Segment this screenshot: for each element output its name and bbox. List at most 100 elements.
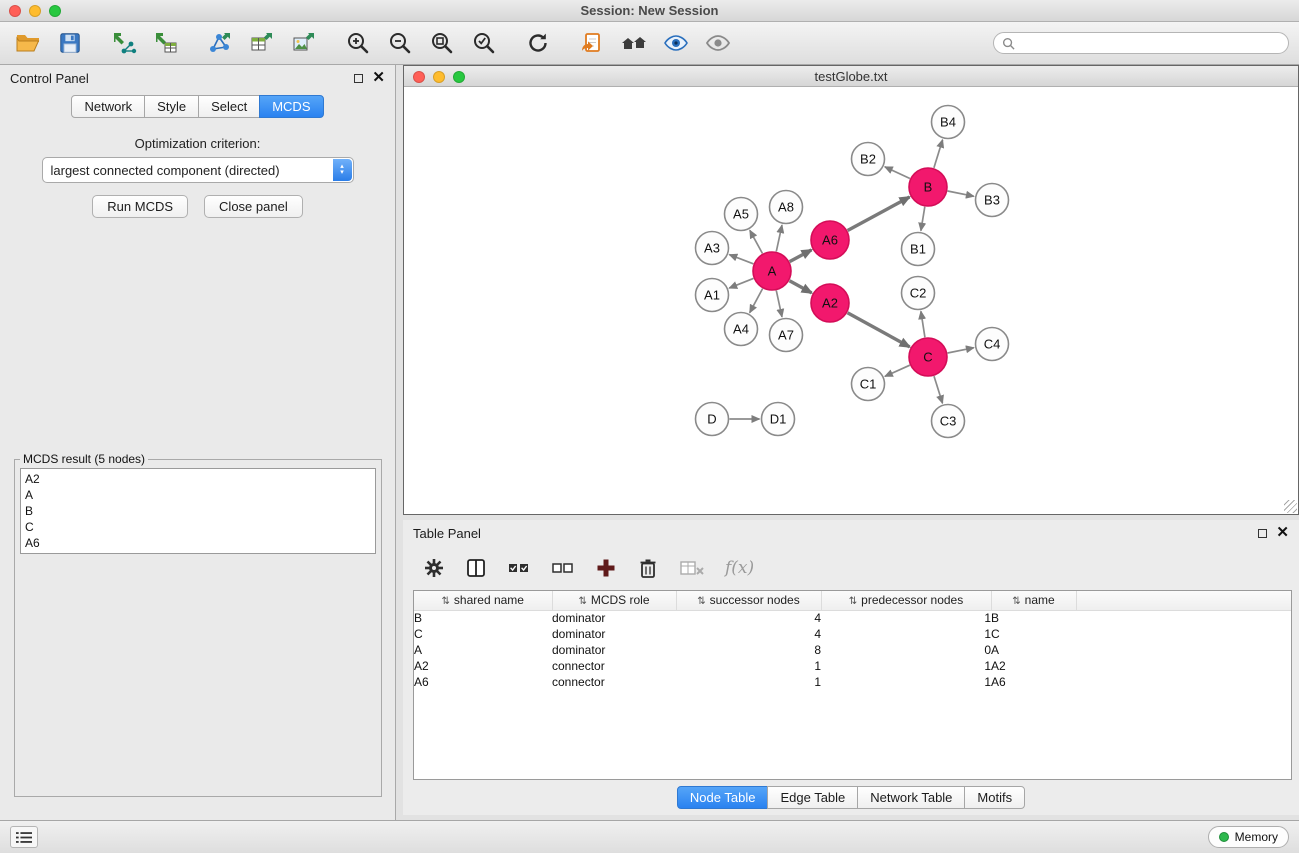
table-row[interactable]: Adominator80A xyxy=(414,642,1291,658)
graphics-details-button[interactable] xyxy=(658,27,694,59)
graph-edge-A-A3[interactable] xyxy=(729,255,753,264)
run-mcds-button[interactable]: Run MCDS xyxy=(92,195,188,218)
table-row[interactable]: Bdominator41B xyxy=(414,610,1291,626)
graph-node-B2[interactable]: B2 xyxy=(852,143,885,176)
network-close-button[interactable] xyxy=(413,71,425,83)
search-field[interactable] xyxy=(993,32,1289,54)
mcds-result-item[interactable]: A2 xyxy=(25,471,371,487)
column-header-successor-nodes[interactable]: ⇅successor nodes xyxy=(676,591,821,610)
apply-layout-button[interactable] xyxy=(520,27,556,59)
graph-node-A8[interactable]: A8 xyxy=(770,191,803,224)
graph-edge-A-A7[interactable] xyxy=(776,291,782,317)
graph-node-C3[interactable]: C3 xyxy=(932,405,965,438)
graph-node-C4[interactable]: C4 xyxy=(976,328,1009,361)
graph-node-A[interactable]: A xyxy=(753,252,791,290)
mcds-result-item[interactable]: B xyxy=(25,503,371,519)
export-image-button[interactable] xyxy=(286,27,322,59)
mcds-result-item[interactable]: A6 xyxy=(25,535,371,551)
table-row[interactable]: Cdominator41C xyxy=(414,626,1291,642)
zoom-out-button[interactable] xyxy=(382,27,418,59)
graph-edge-A-A1[interactable] xyxy=(729,278,753,288)
graph-node-D1[interactable]: D1 xyxy=(762,403,795,436)
export-table-button[interactable] xyxy=(244,27,280,59)
minimize-window-button[interactable] xyxy=(29,5,41,17)
document-arrow-button[interactable] xyxy=(574,27,610,59)
graph-edge-A-A2[interactable] xyxy=(790,281,812,293)
window-resize-handle[interactable] xyxy=(1284,500,1297,513)
export-network-button[interactable] xyxy=(202,27,238,59)
network-canvas[interactable]: B4B2BB3A5A8A6A3B1AC2A1A2A4A7C4CC1C3DD1 xyxy=(404,87,1298,514)
tab-edge-table[interactable]: Edge Table xyxy=(767,786,858,809)
function-builder-button[interactable]: f(x) xyxy=(725,558,754,578)
graph-edge-B-B3[interactable] xyxy=(948,191,974,196)
graph-node-C2[interactable]: C2 xyxy=(902,277,935,310)
graph-node-B1[interactable]: B1 xyxy=(902,233,935,266)
birds-eye-view-button[interactable] xyxy=(700,27,736,59)
close-panel-icon[interactable]: ✕ xyxy=(1276,528,1289,538)
graph-edge-C-C4[interactable] xyxy=(948,348,974,353)
tab-network-table[interactable]: Network Table xyxy=(857,786,965,809)
graph-edge-B-B2[interactable] xyxy=(885,167,910,179)
graph-node-A5[interactable]: A5 xyxy=(725,198,758,231)
column-header-shared-name[interactable]: ⇅shared name xyxy=(414,591,552,610)
graph-node-D[interactable]: D xyxy=(696,403,729,436)
graph-edge-A-A4[interactable] xyxy=(750,289,763,313)
graph-edge-A-A6[interactable] xyxy=(790,250,812,262)
column-header-MCDS-role[interactable]: ⇅MCDS role xyxy=(552,591,676,610)
column-header-predecessor-nodes[interactable]: ⇅predecessor nodes xyxy=(821,591,991,610)
import-network-button[interactable] xyxy=(106,27,142,59)
import-table-button[interactable] xyxy=(148,27,184,59)
graph-node-C1[interactable]: C1 xyxy=(852,368,885,401)
graph-node-B3[interactable]: B3 xyxy=(976,184,1009,217)
graph-edge-B-B1[interactable] xyxy=(921,207,925,231)
criterion-dropdown[interactable]: largest connected component (directed) ▴… xyxy=(42,157,354,183)
graph-node-B[interactable]: B xyxy=(909,168,947,206)
network-minimize-button[interactable] xyxy=(433,71,445,83)
graph-node-A6[interactable]: A6 xyxy=(811,221,849,259)
graph-node-A4[interactable]: A4 xyxy=(725,313,758,346)
graph-edge-A-A5[interactable] xyxy=(750,230,763,253)
network-zoom-button[interactable] xyxy=(453,71,465,83)
tab-select[interactable]: Select xyxy=(198,95,260,118)
dropdown-stepper-icon[interactable]: ▴▾ xyxy=(333,159,352,181)
mcds-result-item[interactable]: A xyxy=(25,487,371,503)
close-panel-icon[interactable]: ✕ xyxy=(372,73,385,83)
zoom-window-button[interactable] xyxy=(49,5,61,17)
graph-node-A2[interactable]: A2 xyxy=(811,284,849,322)
graph-edge-A-A8[interactable] xyxy=(776,225,782,251)
starter-panel-button[interactable] xyxy=(616,27,652,59)
deselect-all-button[interactable] xyxy=(551,557,575,579)
select-all-button[interactable] xyxy=(507,557,531,579)
mcds-result-item[interactable]: C xyxy=(25,519,371,535)
tab-mcds[interactable]: MCDS xyxy=(259,95,323,118)
graph-node-A3[interactable]: A3 xyxy=(696,232,729,265)
zoom-selected-button[interactable] xyxy=(466,27,502,59)
zoom-fit-button[interactable] xyxy=(424,27,460,59)
graph-node-C[interactable]: C xyxy=(909,338,947,376)
add-column-button[interactable] xyxy=(595,557,617,579)
task-history-button[interactable] xyxy=(10,826,38,848)
graph-edge-A6-B[interactable] xyxy=(848,197,910,231)
graph-edge-A2-C[interactable] xyxy=(848,313,910,347)
graph-edge-C-C1[interactable] xyxy=(885,365,910,376)
zoom-in-button[interactable] xyxy=(340,27,376,59)
tab-network[interactable]: Network xyxy=(71,95,145,118)
float-panel-icon[interactable] xyxy=(1258,529,1267,538)
graph-edge-B-B4[interactable] xyxy=(934,140,943,168)
table-settings-button[interactable] xyxy=(423,557,445,579)
close-window-button[interactable] xyxy=(9,5,21,17)
open-session-button[interactable] xyxy=(10,27,46,59)
float-panel-icon[interactable] xyxy=(354,74,363,83)
delete-table-button[interactable] xyxy=(679,557,705,579)
graph-node-A7[interactable]: A7 xyxy=(770,319,803,352)
delete-column-button[interactable] xyxy=(637,557,659,579)
save-session-button[interactable] xyxy=(52,27,88,59)
column-header-name[interactable]: ⇅name xyxy=(991,591,1076,610)
graph-node-A1[interactable]: A1 xyxy=(696,279,729,312)
table-row[interactable]: A6connector11A6 xyxy=(414,674,1291,690)
table-row[interactable]: A2connector11A2 xyxy=(414,658,1291,674)
memory-button[interactable]: Memory xyxy=(1208,826,1289,848)
search-input[interactable] xyxy=(1020,36,1280,50)
node-table[interactable]: ⇅shared name⇅MCDS role⇅successor nodes⇅p… xyxy=(413,590,1292,780)
network-graph[interactable]: B4B2BB3A5A8A6A3B1AC2A1A2A4A7C4CC1C3DD1 xyxy=(404,87,1298,514)
